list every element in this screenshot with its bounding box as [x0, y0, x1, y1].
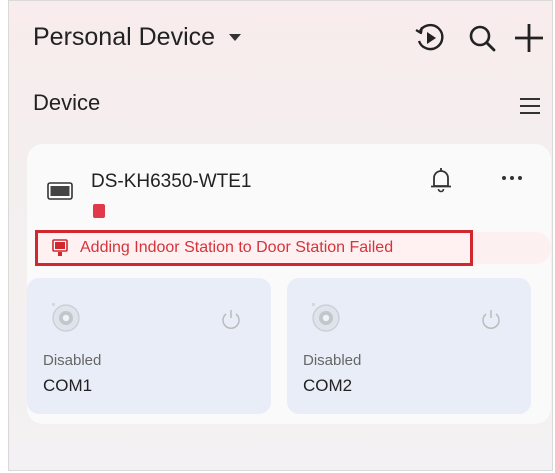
channel-card-com1[interactable]: Disabled COM1: [27, 278, 271, 414]
power-icon[interactable]: [221, 308, 241, 330]
channel-name: COM1: [43, 376, 93, 395]
error-bar-background: [473, 232, 551, 264]
camera-icon: [49, 300, 83, 334]
top-bar: Personal Device: [9, 1, 552, 81]
bell-icon[interactable]: [429, 166, 453, 194]
more-options-icon[interactable]: [499, 168, 525, 188]
channel-card-com2[interactable]: Disabled COM2: [287, 278, 531, 414]
power-icon[interactable]: [481, 308, 501, 330]
page-title: Personal Device: [33, 23, 216, 51]
indoor-station-icon: [47, 182, 73, 200]
channel-status: Disabled: [43, 352, 102, 369]
device-card[interactable]: DS-KH6350-WTE1 Adding Indoor Station to …: [27, 144, 551, 424]
error-banner[interactable]: Adding Indoor Station to Door Station Fa…: [35, 230, 473, 266]
search-icon[interactable]: [465, 21, 499, 55]
camera-icon: [309, 300, 343, 334]
add-icon[interactable]: [512, 21, 546, 55]
device-name: DS-KH6350-WTE1: [91, 171, 252, 192]
section-title: Device: [33, 90, 101, 115]
channel-name: COM2: [303, 376, 353, 395]
channel-status: Disabled: [303, 352, 362, 369]
playback-icon[interactable]: [413, 21, 447, 55]
warning-device-icon: [52, 239, 68, 257]
app-window: Personal Device Device DS-KH6350-WTE1 Ad…: [8, 0, 553, 471]
error-message: Adding Indoor Station to Door Station Fa…: [80, 239, 394, 256]
device-group-dropdown[interactable]: Personal Device: [33, 23, 242, 52]
sd-card-icon: [93, 204, 105, 218]
dropdown-caret-icon: [229, 34, 242, 41]
menu-icon[interactable]: [518, 95, 542, 117]
